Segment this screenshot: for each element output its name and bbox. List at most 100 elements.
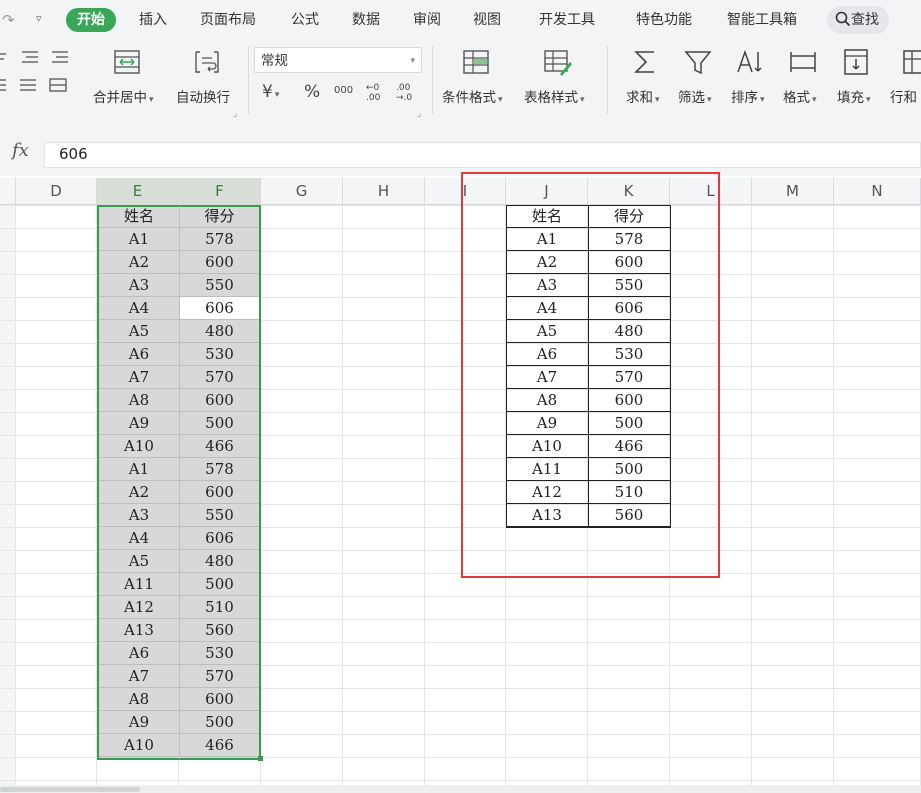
- score-cell[interactable]: 480: [180, 550, 259, 573]
- score-cell[interactable]: 480: [180, 320, 259, 343]
- tab-special-features[interactable]: 特色功能: [636, 0, 692, 38]
- filter-icon[interactable]: [683, 47, 713, 77]
- thousands-separator-button[interactable]: 000: [334, 85, 353, 96]
- name-cell[interactable]: A8: [99, 688, 179, 711]
- name-cell[interactable]: A11: [99, 573, 179, 596]
- alignment-dialog-launcher-icon[interactable]: ⌟: [233, 109, 237, 119]
- name-cell[interactable]: A3: [99, 274, 179, 297]
- score-cell[interactable]: 600: [180, 389, 259, 412]
- conditional-format-icon[interactable]: [461, 47, 491, 77]
- wrap-text-button[interactable]: 自动换行: [176, 86, 230, 106]
- score-cell[interactable]: 606: [180, 527, 259, 550]
- number-format-select[interactable]: 常规 ▾: [254, 47, 422, 73]
- merge-center-button[interactable]: 合并居中 ▾: [93, 86, 154, 106]
- score-cell[interactable]: 578: [180, 228, 259, 251]
- column-header-h[interactable]: H: [343, 178, 425, 205]
- score-cell[interactable]: 550: [180, 504, 259, 527]
- score-cell[interactable]: 578: [180, 458, 259, 481]
- name-cell[interactable]: A2: [99, 481, 179, 504]
- sort-button[interactable]: 排序 ▾: [731, 86, 765, 106]
- name-cell[interactable]: A5: [99, 320, 179, 343]
- currency-format-button[interactable]: ¥ ▾: [262, 82, 279, 102]
- name-cell[interactable]: A7: [99, 366, 179, 389]
- name-cell[interactable]: A3: [99, 504, 179, 527]
- fill-icon[interactable]: [841, 47, 871, 77]
- score-cell[interactable]: 510: [180, 596, 259, 619]
- row-column-icon[interactable]: [902, 47, 921, 77]
- tab-developer[interactable]: 开发工具: [539, 0, 595, 38]
- tab-view[interactable]: 视图: [473, 0, 501, 38]
- filter-button[interactable]: 筛选 ▾: [678, 86, 712, 106]
- name-cell[interactable]: A7: [99, 665, 179, 688]
- name-cell[interactable]: A5: [99, 550, 179, 573]
- conditional-format-button[interactable]: 条件格式 ▾: [442, 86, 503, 106]
- name-cell[interactable]: A10: [99, 435, 179, 458]
- table-header-score[interactable]: 得分: [180, 205, 259, 228]
- tab-review[interactable]: 审阅: [413, 0, 441, 38]
- fill-handle[interactable]: [258, 756, 263, 761]
- column-header-m[interactable]: M: [752, 178, 834, 205]
- formula-input[interactable]: 606: [44, 142, 921, 168]
- redo-icon[interactable]: ↷: [2, 11, 15, 29]
- score-cell[interactable]: 570: [180, 665, 259, 688]
- score-cell[interactable]: 530: [180, 642, 259, 665]
- score-cell[interactable]: 500: [180, 573, 259, 596]
- decrease-decimal-button[interactable]: .00 →.0: [396, 83, 418, 103]
- tab-data[interactable]: 数据: [352, 0, 380, 38]
- name-cell[interactable]: A2: [99, 251, 179, 274]
- score-cell[interactable]: 600: [180, 688, 259, 711]
- format-button[interactable]: 格式 ▾: [783, 86, 817, 106]
- percent-format-button[interactable]: %: [304, 82, 320, 102]
- score-cell[interactable]: 550: [180, 274, 259, 297]
- name-cell[interactable]: A6: [99, 642, 179, 665]
- tab-page-layout[interactable]: 页面布局: [200, 0, 256, 38]
- sum-icon[interactable]: [630, 47, 660, 77]
- name-cell[interactable]: A9: [99, 412, 179, 435]
- sum-button[interactable]: 求和 ▾: [626, 86, 660, 106]
- fill-button[interactable]: 填充 ▾: [837, 86, 871, 106]
- name-cell[interactable]: A9: [99, 711, 179, 734]
- name-cell[interactable]: A1: [99, 458, 179, 481]
- column-header-g[interactable]: G: [261, 178, 343, 205]
- format-icon[interactable]: [788, 47, 818, 77]
- name-cell[interactable]: A4: [99, 297, 179, 320]
- table-header-name[interactable]: 姓名: [99, 205, 179, 228]
- column-header-f[interactable]: F: [179, 178, 261, 205]
- score-cell[interactable]: 560: [180, 619, 259, 642]
- score-cell[interactable]: 500: [180, 711, 259, 734]
- active-score-cell[interactable]: 606: [180, 297, 259, 320]
- search-button[interactable]: 查找: [827, 6, 889, 34]
- fx-icon[interactable]: fx: [12, 140, 29, 161]
- name-cell[interactable]: A6: [99, 343, 179, 366]
- name-cell[interactable]: A13: [99, 619, 179, 642]
- score-cell[interactable]: 466: [180, 435, 259, 458]
- sort-icon[interactable]: [735, 47, 765, 77]
- name-cell[interactable]: A10: [99, 734, 179, 757]
- horizontal-scrollbar[interactable]: [0, 785, 921, 793]
- scrollbar-thumb[interactable]: [0, 787, 140, 792]
- number-dialog-launcher-icon[interactable]: ⌟: [417, 109, 421, 119]
- score-cell[interactable]: 600: [180, 251, 259, 274]
- column-header-d[interactable]: D: [16, 178, 97, 205]
- increase-decimal-button[interactable]: ←0 .00: [366, 83, 386, 103]
- name-cell[interactable]: A8: [99, 389, 179, 412]
- wrap-text-icon[interactable]: [192, 47, 222, 77]
- score-cell[interactable]: 530: [180, 343, 259, 366]
- row-column-button[interactable]: 行和: [890, 86, 917, 106]
- table-style-icon[interactable]: [542, 47, 572, 77]
- tab-smart-toolbox[interactable]: 智能工具箱: [727, 0, 797, 38]
- quick-access-dropdown-icon[interactable]: ▿: [36, 12, 42, 25]
- score-cell[interactable]: 466: [180, 734, 259, 757]
- score-cell[interactable]: 500: [180, 412, 259, 435]
- tab-insert[interactable]: 插入: [139, 0, 167, 38]
- score-cell[interactable]: 600: [180, 481, 259, 504]
- table-style-button[interactable]: 表格样式 ▾: [524, 86, 585, 106]
- column-header-e[interactable]: E: [97, 178, 179, 205]
- tab-home[interactable]: 开始: [66, 8, 116, 32]
- tab-formulas[interactable]: 公式: [291, 0, 319, 38]
- merge-center-icon[interactable]: [112, 47, 142, 77]
- score-cell[interactable]: 570: [180, 366, 259, 389]
- name-cell[interactable]: A4: [99, 527, 179, 550]
- name-cell[interactable]: A12: [99, 596, 179, 619]
- align-icons[interactable]: [0, 50, 76, 100]
